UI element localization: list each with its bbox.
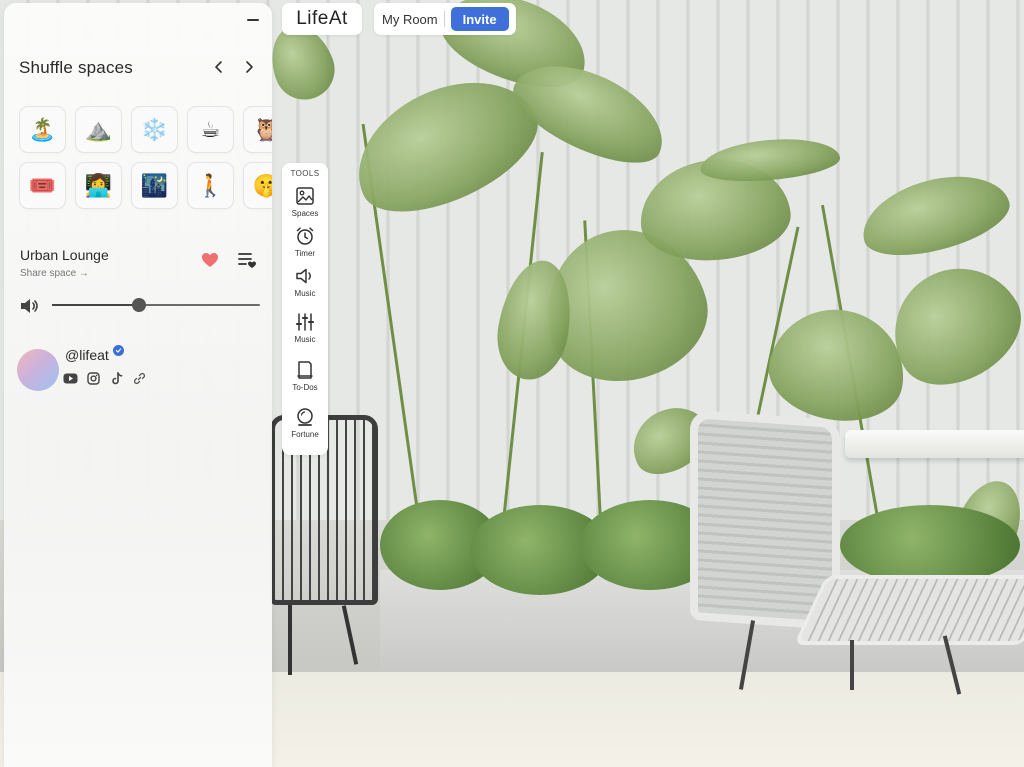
crystal-ball-icon bbox=[297, 408, 313, 426]
my-room-button[interactable]: My Room bbox=[382, 12, 438, 27]
tool-label: Timer bbox=[294, 249, 316, 258]
profile-handle[interactable]: @lifeat bbox=[65, 344, 124, 363]
panel-title: Shuffle spaces bbox=[19, 58, 134, 77]
volume-icon[interactable] bbox=[18, 295, 40, 317]
tiktok-icon[interactable] bbox=[109, 371, 124, 386]
plant-leaf bbox=[761, 299, 914, 431]
space-tile-night-city[interactable]: 🌃 bbox=[131, 162, 178, 209]
plant-leaf bbox=[853, 161, 1017, 269]
space-tile-walking[interactable]: 🚶 bbox=[187, 162, 234, 209]
avatar[interactable] bbox=[17, 349, 59, 391]
tool-label: Music bbox=[294, 335, 316, 344]
sliders-icon bbox=[296, 313, 314, 331]
chevron-left-icon[interactable] bbox=[209, 57, 229, 77]
verified-badge-icon bbox=[112, 344, 124, 356]
space-tile-coffee[interactable]: ☕ bbox=[187, 106, 234, 153]
volume-fill bbox=[52, 304, 140, 306]
share-space-link[interactable]: Share space → bbox=[20, 268, 89, 279]
social-links bbox=[63, 371, 147, 386]
plant-leaf bbox=[698, 133, 842, 187]
speaker-icon bbox=[296, 268, 311, 284]
tile-row: 🎟️ 👩‍💻 🌃 🚶 🤫 bbox=[19, 162, 272, 209]
volume-slider-thumb[interactable] bbox=[132, 298, 147, 312]
tools-bar: TOOLS Spaces Timer Music Music To-Dos Fo… bbox=[282, 163, 328, 455]
space-tile-mountain[interactable]: ⛰️ bbox=[75, 106, 122, 153]
space-tile-shush[interactable]: 🤫 bbox=[243, 162, 272, 209]
shuffle-spaces-panel: Shuffle spaces 🏝️ ⛰️ ❄️ ☕ 🦉 🎟️ 👩‍💻 🌃 🚶 🤫… bbox=[4, 3, 272, 767]
space-tile-island[interactable]: 🏝️ bbox=[19, 106, 66, 153]
invite-button[interactable]: Invite bbox=[450, 7, 509, 31]
link-icon[interactable] bbox=[132, 371, 147, 386]
tool-spaces[interactable]: Spaces bbox=[282, 185, 328, 218]
tool-label: Music bbox=[294, 289, 316, 298]
space-tile-ticket[interactable]: 🎟️ bbox=[19, 162, 66, 209]
minimize-icon[interactable] bbox=[246, 13, 260, 27]
tools-title: TOOLS bbox=[290, 169, 320, 178]
space-tile-owl[interactable]: 🦉 bbox=[243, 106, 272, 153]
volume-slider[interactable] bbox=[52, 298, 260, 312]
space-tile-snowflake[interactable]: ❄️ bbox=[131, 106, 178, 153]
chevron-right-icon[interactable] bbox=[239, 57, 259, 77]
tool-fortune[interactable]: Fortune bbox=[282, 406, 328, 439]
alarm-clock-icon bbox=[296, 227, 314, 245]
tool-music[interactable]: Music bbox=[282, 265, 328, 298]
current-space-name: Urban Lounge bbox=[20, 247, 109, 263]
image-icon bbox=[296, 187, 314, 205]
tool-timer[interactable]: Timer bbox=[282, 225, 328, 258]
tile-row: 🏝️ ⛰️ ❄️ ☕ 🦉 bbox=[19, 106, 272, 153]
notepad-icon bbox=[297, 361, 313, 379]
space-tiles: 🏝️ ⛰️ ❄️ ☕ 🦉 🎟️ 👩‍💻 🌃 🚶 🤫 bbox=[19, 106, 272, 218]
tool-label: Spaces bbox=[291, 209, 319, 218]
divider bbox=[443, 11, 445, 27]
tool-label: Fortune bbox=[291, 430, 319, 439]
tool-label: To-Dos bbox=[292, 383, 318, 392]
instagram-icon[interactable] bbox=[86, 371, 101, 386]
white-wicker-chair bbox=[690, 409, 1024, 695]
profile-handle-text: @lifeat bbox=[65, 347, 109, 363]
logo-text: LifeAt bbox=[296, 8, 348, 29]
tool-music-mixer[interactable]: Music bbox=[282, 311, 328, 344]
room-bar: My Room Invite bbox=[374, 3, 516, 35]
youtube-icon[interactable] bbox=[63, 371, 78, 386]
tool-todos[interactable]: To-Dos bbox=[282, 359, 328, 392]
playlist-heart-icon[interactable] bbox=[236, 249, 258, 271]
heart-icon[interactable] bbox=[199, 249, 221, 271]
space-tile-technologist[interactable]: 👩‍💻 bbox=[75, 162, 122, 209]
lifeat-logo[interactable]: LifeAt bbox=[282, 3, 362, 35]
